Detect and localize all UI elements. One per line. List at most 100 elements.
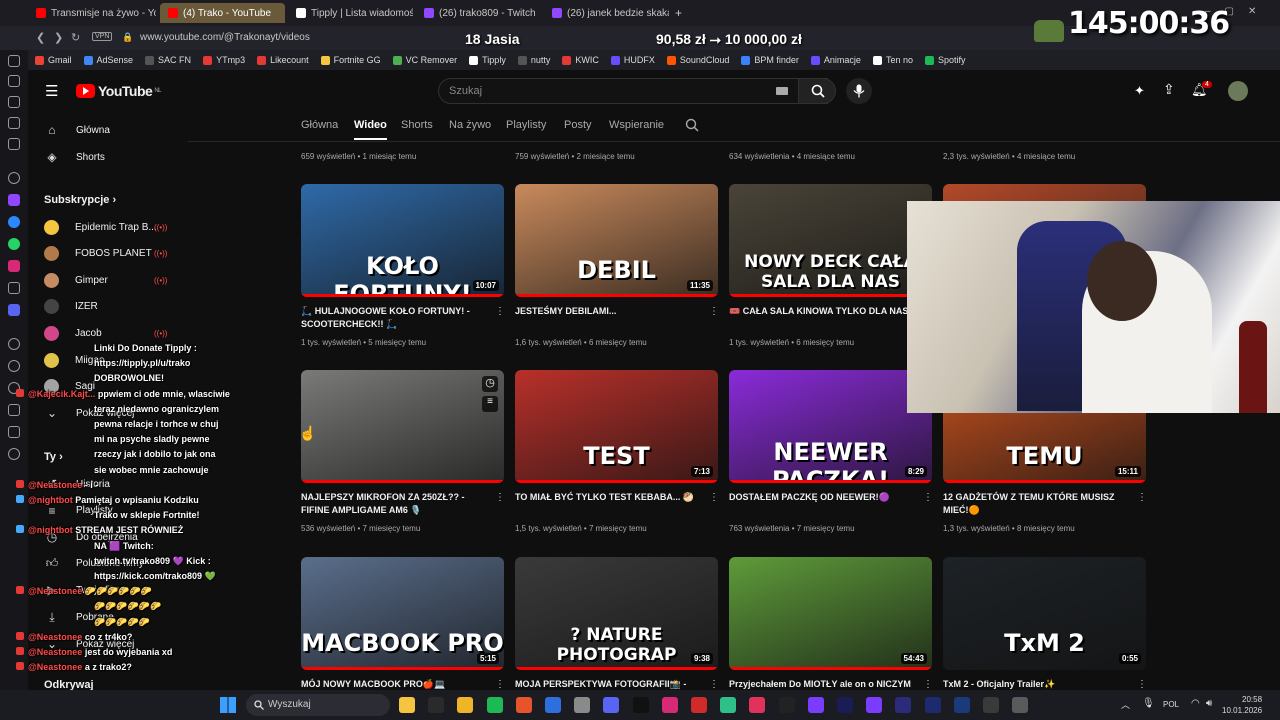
search-input[interactable]: Szukaj: [438, 78, 828, 104]
sidebar-app-icon[interactable]: [8, 75, 20, 87]
brave-icon[interactable]: [515, 697, 532, 713]
sidebar-item-shorts[interactable]: ◈ Shorts: [28, 144, 188, 170]
history-icon[interactable]: [8, 360, 20, 372]
browser-tab-4[interactable]: (26) trako809 - Twitch: [416, 3, 541, 23]
spotify-icon[interactable]: [486, 697, 503, 713]
video-thumbnail[interactable]: ? NATURE PHOTOGRAP 9:38: [515, 557, 718, 670]
terminal-icon[interactable]: [428, 697, 445, 713]
language-indicator[interactable]: POL: [1163, 700, 1179, 709]
chatgpt-icon[interactable]: [8, 172, 20, 184]
sidebar-app-icon[interactable]: [8, 117, 20, 129]
bookmark-item[interactable]: Animacje: [810, 55, 861, 65]
bookmark-item[interactable]: Tipply: [469, 55, 506, 65]
video-thumbnail[interactable]: 54:43: [729, 557, 932, 670]
bookmark-item[interactable]: BPM finder: [741, 55, 799, 65]
bookmark-item[interactable]: YTmp3: [203, 55, 245, 65]
bookmark-item[interactable]: Spotify: [924, 55, 965, 65]
vpn-badge[interactable]: VPN: [92, 32, 113, 41]
sidebar-app-icon[interactable]: [8, 138, 20, 150]
bookmark-item[interactable]: Gmail: [35, 55, 72, 65]
video-title[interactable]: NAJLEPSZY MIKROFON ZA 250ZŁ?? - FIFINE A…: [301, 491, 489, 517]
video-thumbnail[interactable]: NOWY DECK CAŁA SALA DLA NAS: [729, 184, 932, 297]
hudfx-icon[interactable]: [778, 697, 795, 713]
wifi-icon[interactable]: ◠: [1191, 698, 1200, 709]
sidebar-subscription[interactable]: IZER: [28, 294, 188, 320]
discord-icon[interactable]: [603, 697, 620, 713]
you-heading[interactable]: Ty ›: [44, 451, 63, 463]
audition-icon[interactable]: [924, 697, 941, 713]
bookmark-item[interactable]: Ten no: [872, 55, 913, 65]
settings-icon[interactable]: [8, 448, 20, 460]
more-actions-icon[interactable]: ⋮: [495, 492, 505, 503]
windows-search-input[interactable]: Wyszukaj: [246, 694, 390, 716]
bookmark-item[interactable]: HUDFX: [610, 55, 655, 65]
video-thumbnail[interactable]: TEST 7:13: [515, 370, 718, 483]
more-actions-icon[interactable]: ⋮: [709, 306, 719, 317]
video-title[interactable]: 12 GADŻETÓW Z TEMU KTÓRE MUSISZ MIEĆ!🟠: [943, 491, 1131, 517]
tiktok-icon[interactable]: [8, 282, 20, 294]
instagram-icon[interactable]: [661, 697, 678, 713]
extensions-icon[interactable]: [8, 426, 20, 438]
more-actions-icon[interactable]: ⋮: [495, 306, 505, 317]
youtube-logo[interactable]: YouTube NL: [76, 83, 161, 99]
browser-tab-1[interactable]: Transmisje na żywo - YouT: [28, 3, 156, 23]
windows-start-icon[interactable]: [220, 697, 236, 713]
voice-search-button[interactable]: [846, 78, 872, 104]
bookmark-item[interactable]: SoundCloud: [666, 55, 729, 65]
microphone-icon[interactable]: 🎙︎: [1142, 698, 1155, 709]
more-actions-icon[interactable]: ⋮: [1137, 679, 1147, 690]
channel-tab[interactable]: Główna: [301, 119, 338, 131]
new-tab-button[interactable]: +: [672, 3, 688, 23]
whatsapp-icon[interactable]: [8, 238, 20, 250]
taskbar-clock[interactable]: 20:58 10.01.2026: [1222, 694, 1262, 716]
more-actions-icon[interactable]: ⋮: [1137, 492, 1147, 503]
bookmark-item[interactable]: VC Remover: [392, 55, 457, 65]
subscriptions-heading[interactable]: Subskrypcje ›: [44, 194, 116, 206]
after-effects-icon[interactable]: [866, 697, 883, 713]
bookmark-item[interactable]: KWIC: [562, 55, 599, 65]
channel-tab[interactable]: Wspieranie: [609, 119, 664, 131]
more-actions-icon[interactable]: ⋮: [923, 492, 933, 503]
create-icon[interactable]: ✦: [1134, 83, 1145, 99]
maps-icon[interactable]: [749, 697, 766, 713]
chrome-icon[interactable]: [720, 697, 737, 713]
heart-icon[interactable]: [8, 338, 20, 350]
sidebar-subscription[interactable]: Gimper ((•)): [28, 267, 188, 293]
channel-tab[interactable]: Na żywo: [449, 119, 491, 131]
back-icon[interactable]: ❮: [36, 31, 45, 44]
lightroom-icon[interactable]: [983, 697, 999, 713]
more-actions-icon[interactable]: ⋮: [923, 679, 933, 690]
menu-icon[interactable]: ☰: [45, 82, 58, 100]
channel-tab[interactable]: Playlisty: [506, 119, 546, 131]
video-thumbnail[interactable]: ◷ ≡: [301, 370, 504, 483]
sidebar-app-icon[interactable]: [8, 55, 20, 67]
media-encoder-icon[interactable]: [953, 697, 970, 713]
photoshop-icon[interactable]: [895, 697, 912, 713]
settings-icon[interactable]: [1012, 697, 1029, 713]
more-actions-icon[interactable]: ⋮: [709, 492, 719, 503]
sidebar-item-home[interactable]: ⌂ Główna: [28, 117, 188, 143]
folder-icon[interactable]: [457, 697, 474, 713]
tray-chevron-icon[interactable]: ︿: [1121, 698, 1130, 711]
figma-icon[interactable]: [807, 697, 824, 713]
more-actions-icon[interactable]: ⋮: [495, 679, 505, 690]
download-icon[interactable]: [8, 404, 20, 416]
bookmark-item[interactable]: Likecount: [257, 55, 309, 65]
video-thumbnail[interactable]: NEEWER PACZKA! 8:29: [729, 370, 932, 483]
bookmark-item[interactable]: SAC FN: [145, 55, 191, 65]
add-to-queue-icon[interactable]: ≡: [482, 396, 498, 412]
keyboard-icon[interactable]: [776, 87, 788, 95]
steam-icon[interactable]: [545, 697, 561, 713]
channel-search-button[interactable]: [685, 118, 699, 137]
bookmark-item[interactable]: AdSense: [83, 55, 133, 65]
upload-icon[interactable]: ⇪: [1163, 81, 1175, 98]
discord-icon[interactable]: [8, 304, 20, 316]
more-actions-icon[interactable]: ⋮: [709, 679, 719, 690]
channel-tab[interactable]: Posty: [564, 119, 592, 131]
video-thumbnail[interactable]: KOŁO FORTUNY! 10:07: [301, 184, 504, 297]
instagram-icon[interactable]: [8, 260, 20, 272]
browser-tab-5[interactable]: (26) janek bedzie skaka! -: [544, 3, 669, 23]
watch-later-icon[interactable]: ◷: [482, 376, 498, 392]
video-title[interactable]: JESTEŚMY DEBILAMI...: [515, 305, 703, 318]
avatar[interactable]: [1228, 81, 1248, 101]
